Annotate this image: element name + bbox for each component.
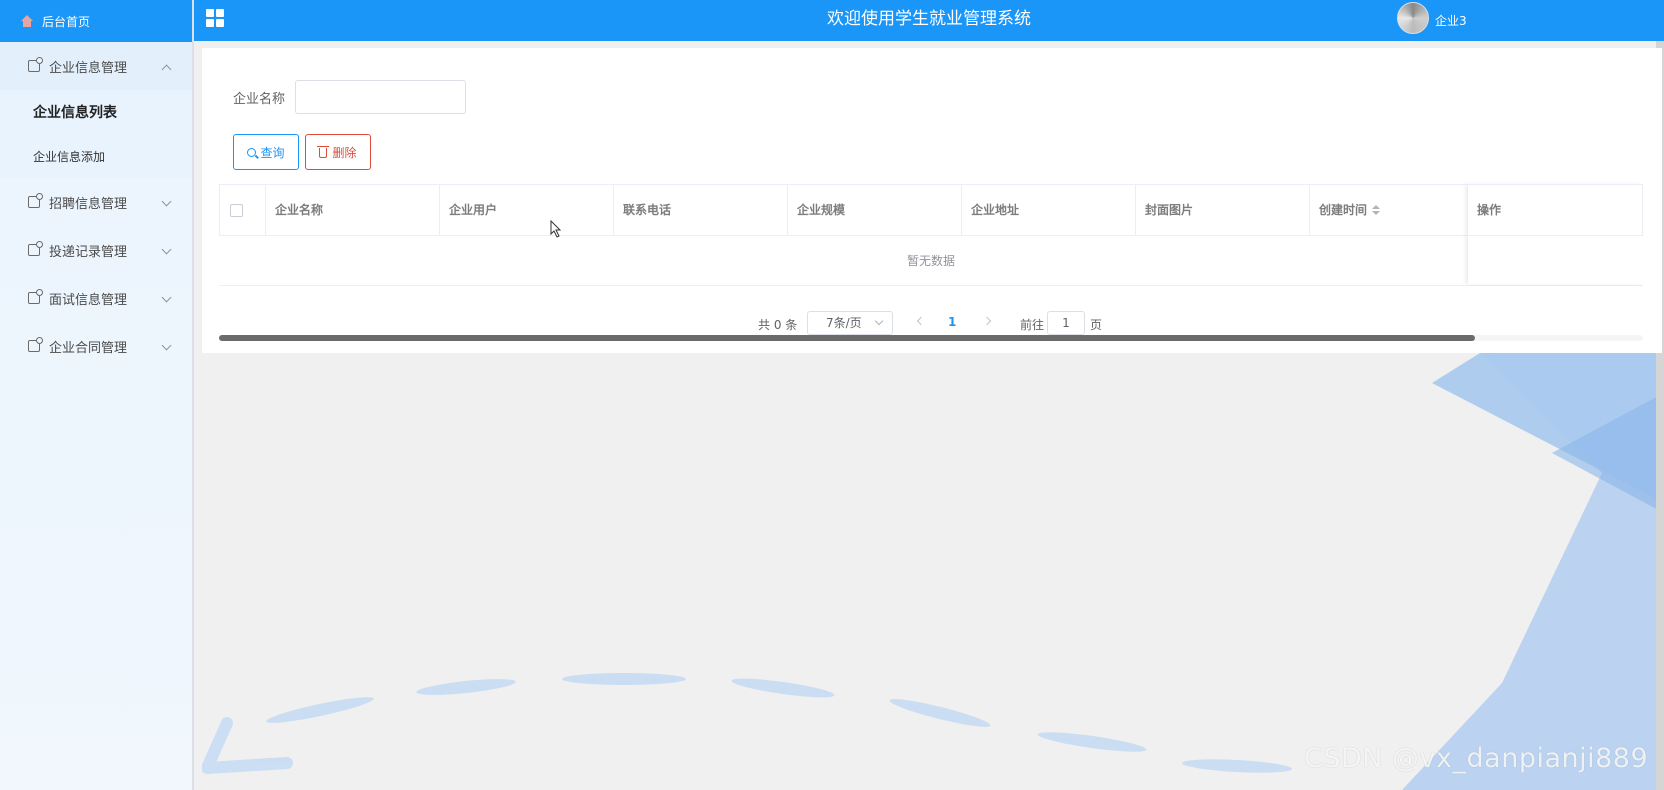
sidebar-menu-label: 企业合同管理 [49, 340, 128, 356]
company-name-search-input[interactable] [295, 80, 466, 114]
column-header: 企业规模 [788, 185, 962, 236]
pagination: 共 0 条 7条/页 1 前往 1 页 [202, 310, 1662, 338]
username[interactable]: 企业3 [1435, 12, 1467, 29]
delete-button-label: 删除 [332, 145, 357, 160]
delete-button[interactable]: 删除 [305, 134, 371, 170]
top-header: 欢迎使用学生就业管理系统 企业3 [194, 0, 1664, 41]
prev-page-icon[interactable] [916, 316, 926, 326]
menu-icon [28, 241, 43, 256]
page-size-select[interactable]: 7条/页 [807, 311, 893, 335]
menu-icon [28, 337, 43, 352]
sidebar-menu-company-info[interactable]: 企业信息管理 [0, 42, 192, 90]
search-icon [247, 147, 257, 157]
sidebar-menu-label: 企业信息管理 [49, 60, 128, 76]
table-header: 企业名称 企业用户 联系电话 企业规模 企业地址 封面图片 创建时间 操作 [219, 184, 1643, 236]
content-card: 企业名称 查询 删除 企业名称 企业用户 联系电话 企业规模 企业地址 封面图片… [202, 48, 1662, 353]
column-header: 企业名称 [266, 185, 440, 236]
chevron-down-icon [874, 316, 884, 326]
sidebar-home-label: 后台首页 [42, 14, 91, 29]
mouse-cursor-icon [550, 220, 562, 238]
menu-icon [28, 193, 43, 208]
menu-icon [28, 57, 43, 72]
sidebar: 后台首页 企业信息管理 企业信息列表 企业信息添加 招聘信息管理 投递记录管理 … [0, 0, 194, 790]
sidebar-menu-label: 招聘信息管理 [49, 196, 128, 212]
watermark: CSDN @vx_danpianji889 [1304, 743, 1649, 774]
page-size-value: 7条/页 [826, 316, 862, 330]
sidebar-item-company-add[interactable]: 企业信息添加 [0, 134, 192, 178]
goto-suffix: 页 [1090, 318, 1103, 332]
sidebar-home[interactable]: 后台首页 [0, 0, 192, 42]
query-button-label: 查询 [260, 145, 285, 160]
menu-icon [28, 289, 43, 304]
column-header: 联系电话 [614, 185, 788, 236]
background-decoration [202, 353, 1664, 790]
chevron-down-icon [161, 292, 172, 303]
sidebar-menu-label: 投递记录管理 [49, 244, 128, 260]
goto-page-input[interactable]: 1 [1047, 311, 1085, 335]
next-page-icon[interactable] [982, 316, 992, 326]
query-button[interactable]: 查询 [233, 134, 299, 170]
column-header: 企业地址 [962, 185, 1136, 236]
company-name-label: 企业名称 [233, 92, 286, 107]
column-header: 企业用户 [440, 185, 614, 236]
chevron-down-icon [161, 340, 172, 351]
total-count: 共 0 条 [758, 318, 798, 332]
table-empty-text: 暂无数据 [219, 236, 1643, 286]
select-all-cell [219, 185, 266, 236]
goto-label: 前往 [1020, 318, 1045, 332]
avatar[interactable] [1397, 2, 1429, 34]
select-all-checkbox[interactable] [230, 204, 243, 217]
sidebar-menu-label: 面试信息管理 [49, 292, 128, 308]
chevron-down-icon [161, 244, 172, 255]
company-table: 企业名称 企业用户 联系电话 企业规模 企业地址 封面图片 创建时间 操作 暂无… [219, 184, 1643, 286]
sidebar-menu-interview[interactable]: 面试信息管理 [0, 274, 192, 322]
sort-caret-icon[interactable] [1372, 204, 1381, 217]
sidebar-menu-delivery[interactable]: 投递记录管理 [0, 226, 192, 274]
sidebar-item-label: 企业信息列表 [33, 105, 117, 121]
column-header-sortable[interactable]: 创建时间 [1310, 185, 1468, 236]
home-icon [20, 15, 34, 27]
fixed-column-shadow [1467, 184, 1643, 284]
sidebar-menu-recruitment[interactable]: 招聘信息管理 [0, 178, 192, 226]
sidebar-item-company-list[interactable]: 企业信息列表 [0, 90, 192, 134]
sidebar-menu-contract[interactable]: 企业合同管理 [0, 322, 192, 370]
column-header: 封面图片 [1136, 185, 1310, 236]
page-number[interactable]: 1 [948, 315, 956, 329]
trash-icon [317, 146, 330, 158]
chevron-down-icon [161, 196, 172, 207]
chevron-up-icon [161, 64, 172, 75]
sidebar-item-label: 企业信息添加 [33, 149, 106, 164]
column-header-label: 创建时间 [1319, 203, 1368, 217]
